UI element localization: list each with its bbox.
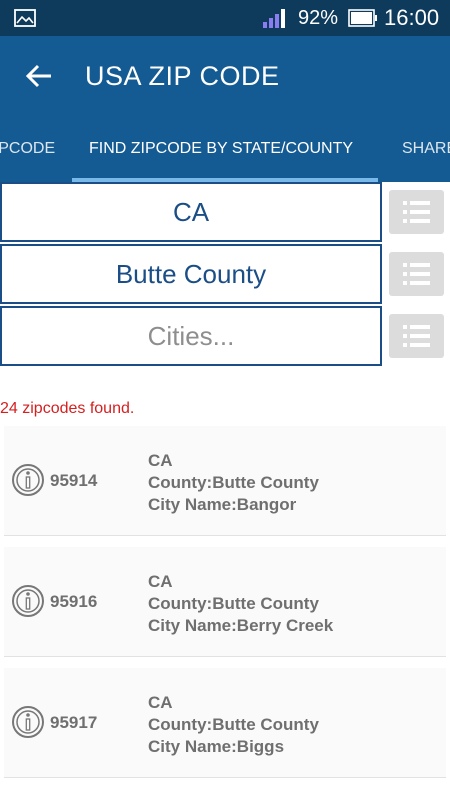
info-icon xyxy=(12,706,44,738)
county-line: County:Butte County xyxy=(148,715,319,734)
zipcode: 95914 xyxy=(50,471,98,490)
county-selector[interactable]: Butte County xyxy=(0,244,382,304)
gallery-notification-icon xyxy=(14,9,36,27)
info-icon xyxy=(12,464,44,496)
tab-find-by-state-county[interactable]: FIND ZIPCODE BY STATE/COUNTY xyxy=(89,118,353,182)
clock: 16:00 xyxy=(384,5,440,30)
back-arrow-icon[interactable] xyxy=(24,61,54,91)
city-list-button[interactable] xyxy=(389,314,444,358)
zipcode: 95917 xyxy=(50,713,98,732)
city-line: City Name:Biggs xyxy=(148,737,285,756)
result-card[interactable]: 95916 CA County:Butte County City Name:B… xyxy=(4,547,446,657)
tab-share[interactable]: SHARE xyxy=(402,118,450,182)
state-selector[interactable]: CA xyxy=(0,182,382,242)
result-details: CA County:Butte County City Name:Biggs xyxy=(148,692,319,758)
info-icon xyxy=(12,585,44,617)
signal-strength-icon xyxy=(263,9,285,28)
state-line: CA xyxy=(148,693,173,712)
city-selector[interactable]: Cities... xyxy=(0,306,382,366)
state-line: CA xyxy=(148,572,173,591)
status-bar: 92% 16:00 xyxy=(0,0,450,36)
battery-icon xyxy=(348,9,377,27)
county-line: County:Butte County xyxy=(148,473,319,492)
result-details: CA County:Butte County City Name:Berry C… xyxy=(148,571,333,637)
list-icon xyxy=(403,201,430,223)
tab-zipcode[interactable]: ZIPCODE xyxy=(0,118,55,182)
results-count: 24 zipcodes found. xyxy=(0,400,135,417)
county-line: County:Butte County xyxy=(148,594,319,613)
app-bar: USA ZIP CODE xyxy=(0,36,450,118)
state-list-button[interactable] xyxy=(389,190,444,234)
state-line: CA xyxy=(148,451,173,470)
result-details: CA County:Butte County City Name:Bangor xyxy=(148,450,319,516)
result-card[interactable]: 95917 CA County:Butte County City Name:B… xyxy=(4,668,446,778)
tab-bar: ZIPCODE FIND ZIPCODE BY STATE/COUNTY SHA… xyxy=(0,118,450,182)
list-icon xyxy=(403,263,430,285)
zipcode: 95916 xyxy=(50,592,98,611)
county-list-button[interactable] xyxy=(389,252,444,296)
list-icon xyxy=(403,325,430,347)
result-card[interactable]: 95914 CA County:Butte County City Name:B… xyxy=(4,426,446,536)
app-title: USA ZIP CODE xyxy=(85,61,280,91)
battery-percent: 92% xyxy=(298,7,339,29)
city-line: City Name:Bangor xyxy=(148,495,297,514)
city-line: City Name:Berry Creek xyxy=(148,616,334,635)
